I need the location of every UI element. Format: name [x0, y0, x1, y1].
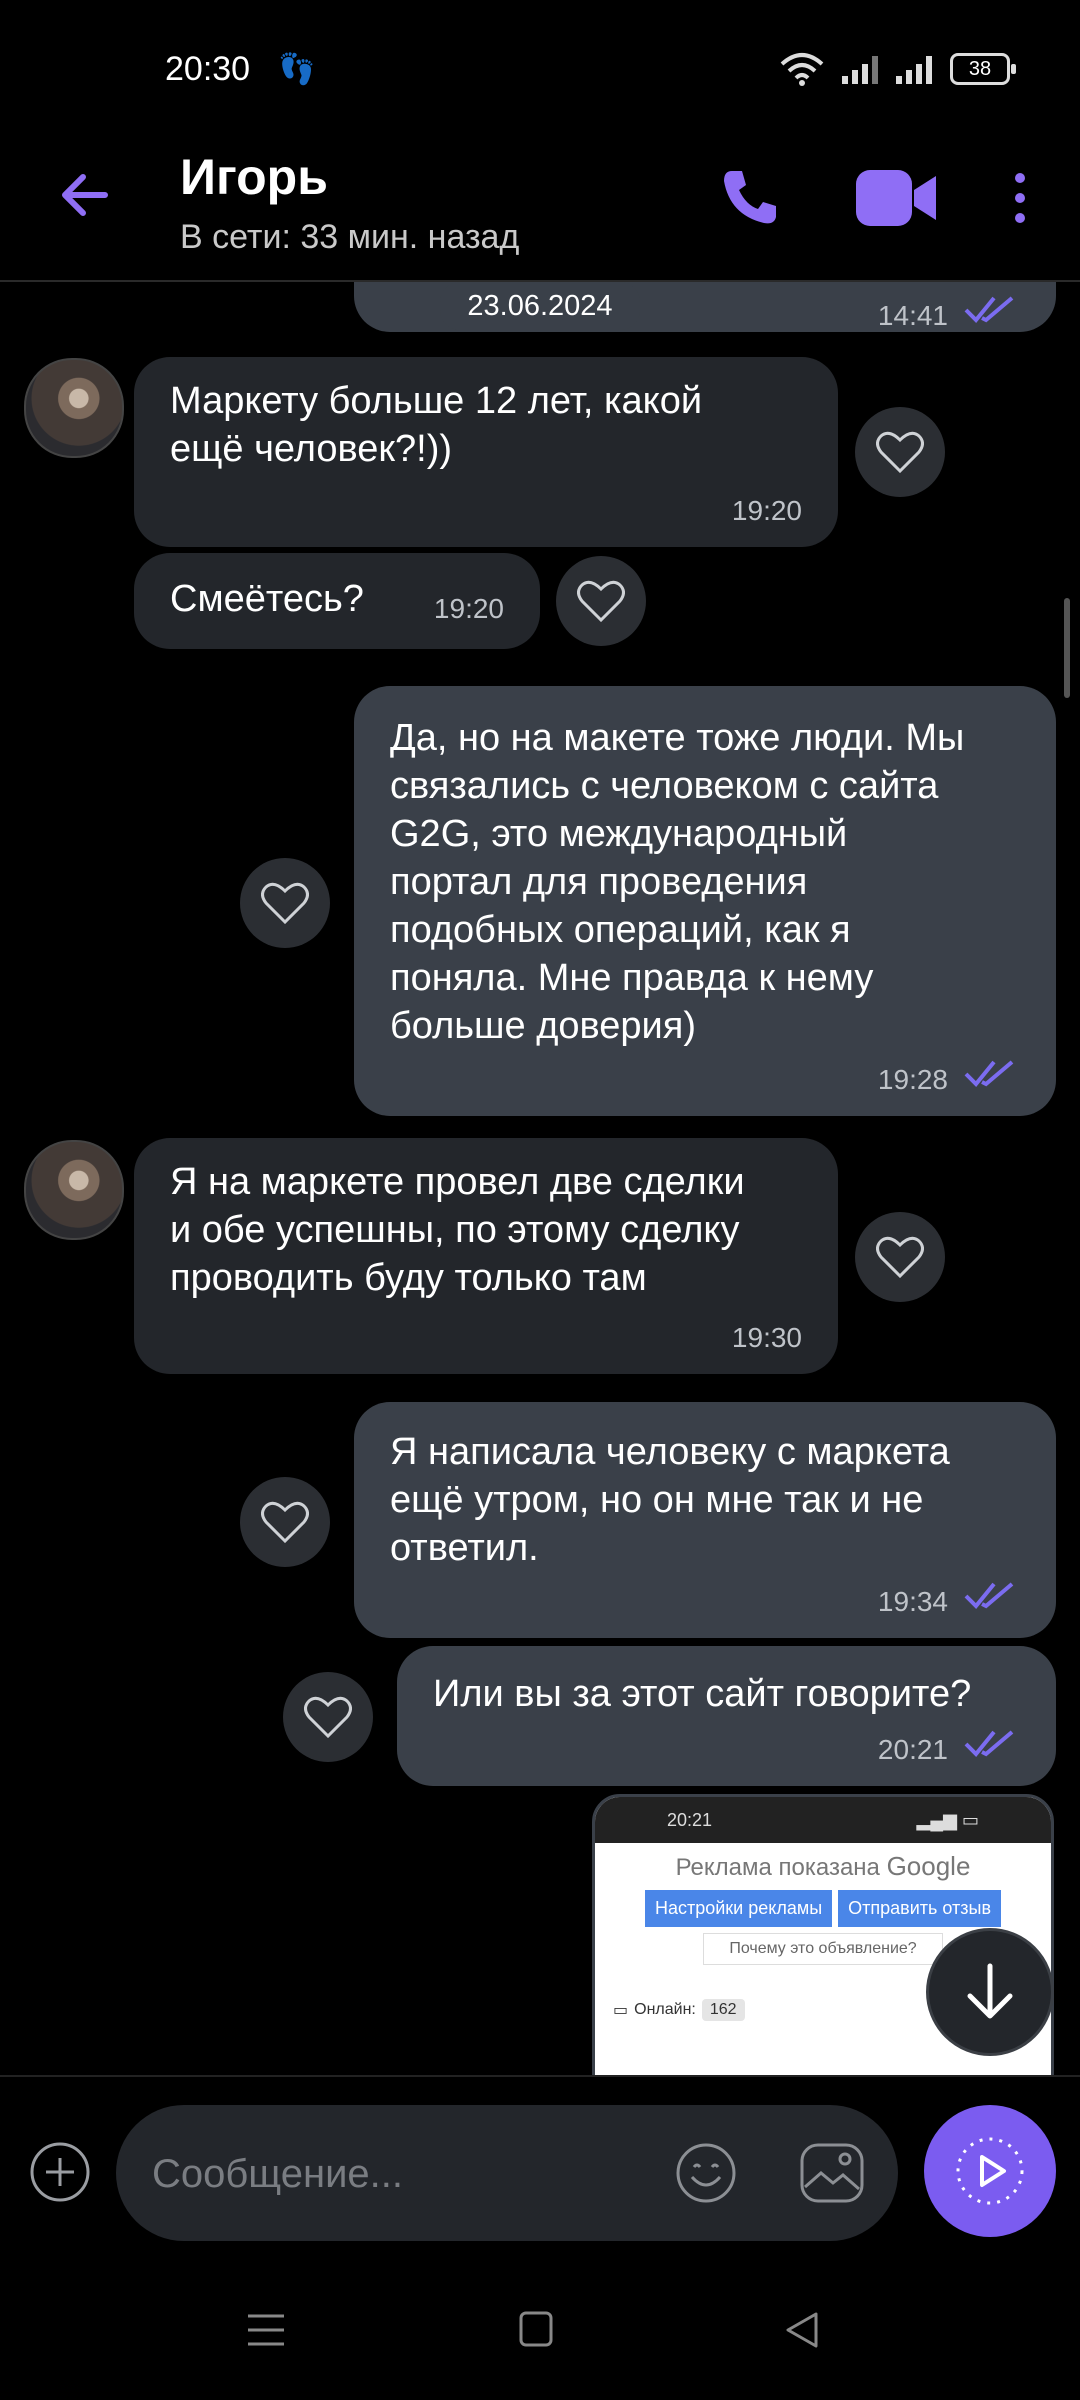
incoming-message[interactable]: Маркету больше 12 лет, какой ещё человек…: [134, 357, 838, 547]
status-icons: 38: [780, 52, 1016, 86]
message-text: Да, но на макете тоже люди. Мы связались…: [390, 717, 965, 1047]
preview-ad-label: Реклама показана Google: [675, 1851, 971, 1881]
like-button[interactable]: [556, 556, 646, 646]
video-call-icon[interactable]: [856, 168, 938, 228]
heart-icon: [876, 1236, 924, 1278]
gallery-icon[interactable]: [799, 2141, 865, 2205]
home-icon[interactable]: [518, 2310, 554, 2350]
status-time: 20:30: [165, 50, 251, 88]
heart-icon: [261, 1501, 309, 1543]
preview-time: 20:21: [667, 1809, 713, 1830]
contact-avatar[interactable]: [24, 358, 124, 458]
emoji-icon[interactable]: [674, 2141, 738, 2205]
add-attachment-icon[interactable]: [28, 2140, 92, 2204]
like-button[interactable]: [855, 407, 945, 497]
message-composer[interactable]: [116, 2105, 898, 2241]
recent-apps-icon[interactable]: [246, 2310, 286, 2350]
send-icon: [956, 2137, 1024, 2205]
arrow-down-icon: [967, 1963, 1013, 2019]
message-text: Я на маркете провел две сделки и обе усп…: [170, 1161, 745, 1299]
message-time: 19:20: [731, 495, 802, 526]
preview-feedback: Отправить отзыв: [838, 1890, 1002, 1927]
heart-icon: [577, 580, 625, 622]
heart-icon: [876, 431, 924, 473]
google-logo: Google: [886, 1851, 971, 1881]
message-text: Я написала человеку с маркета ещё утром,…: [390, 1431, 950, 1569]
phone-call-icon[interactable]: [718, 165, 782, 229]
heart-icon: [261, 882, 309, 924]
steps-icon: 👣: [278, 53, 316, 86]
like-button[interactable]: [855, 1212, 945, 1302]
outgoing-message[interactable]: Я написала человеку с маркета ещё утром,…: [354, 1402, 1056, 1638]
more-menu-icon[interactable]: [1008, 170, 1032, 226]
preview-status-bar: 20:21 ▂▄▆ ▭: [595, 1797, 1051, 1843]
outgoing-message[interactable]: Да, но на макете тоже люди. Мы связались…: [354, 686, 1056, 1116]
back-nav-icon[interactable]: [782, 2310, 822, 2350]
preview-why-ad: Почему это объявление?: [703, 1933, 943, 1965]
contact-status: В сети: 33 мин. назад: [180, 218, 520, 256]
read-ticks-icon: [964, 1730, 1014, 1757]
battery-icon: 38: [950, 53, 1016, 85]
preview-status-icons: ▂▄▆ ▭: [916, 1809, 979, 1830]
incoming-message[interactable]: Я на маркете провел две сделки и обе усп…: [134, 1138, 838, 1374]
like-button[interactable]: [283, 1672, 373, 1762]
message-time: 19:20: [433, 593, 504, 624]
scroll-down-button[interactable]: [926, 1928, 1054, 2056]
like-button[interactable]: [240, 858, 330, 948]
contact-name[interactable]: Игорь: [180, 148, 328, 206]
message-text: Или вы за этот сайт говорите?: [433, 1673, 972, 1715]
message-input[interactable]: [150, 2143, 634, 2205]
heart-icon: [304, 1696, 352, 1738]
signal-icon-2: [896, 54, 932, 84]
chat-area[interactable]: 14:41 23.06.2024 Маркету больше 12 лет, …: [0, 282, 1080, 2075]
message-time: 14:41: [877, 300, 948, 331]
outgoing-message[interactable]: Или вы за этот сайт говорите? 20:21: [397, 1646, 1056, 1786]
message-text: Маркету больше 12 лет, какой ещё человек…: [170, 380, 703, 470]
read-ticks-icon: [964, 296, 1014, 323]
message-time: 19:28: [877, 1064, 948, 1095]
incoming-message[interactable]: Смеётесь? 19:20: [134, 553, 540, 649]
message-time: 20:21: [877, 1734, 948, 1765]
scrollbar[interactable]: [1064, 598, 1070, 698]
back-arrow-icon[interactable]: [55, 165, 115, 225]
flag-icon: ▭: [613, 2002, 629, 2019]
message-time: 19:34: [877, 1586, 948, 1617]
send-button[interactable]: [924, 2105, 1056, 2237]
composer-divider: [0, 2075, 1080, 2077]
date-divider: 23.06.2024: [440, 282, 640, 330]
like-button[interactable]: [240, 1477, 330, 1567]
contact-avatar[interactable]: [24, 1140, 124, 1240]
message-time: 19:30: [731, 1322, 802, 1353]
read-ticks-icon: [964, 1582, 1014, 1609]
read-ticks-icon: [964, 1060, 1014, 1087]
preview-ad-settings: Настройки рекламы: [644, 1890, 833, 1927]
wifi-icon: [780, 53, 824, 86]
signal-icon: [842, 54, 878, 84]
